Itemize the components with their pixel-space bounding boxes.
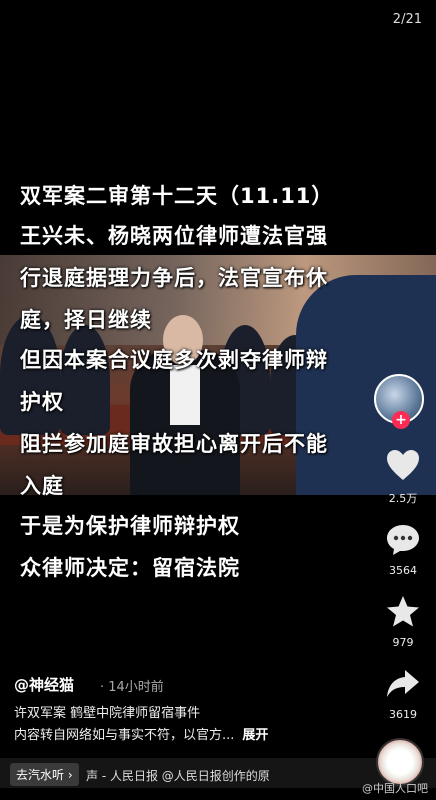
caption-line: 但因本案合议庭多次剥夺律师辩 [20, 348, 328, 372]
watermark: @中国人口吧 [362, 782, 428, 795]
caption-line: 护权 [20, 390, 64, 414]
post-description-line: 内容转自网络如与事实不符，以官方... 展开 [14, 724, 268, 743]
video-screen[interactable]: 2/21 双军案二审第十二天（11.11） 王兴未、杨晓两位律师遭法官强 行退庭… [0, 0, 436, 800]
favorite-count: 979 [392, 636, 414, 649]
follow-button[interactable]: + [392, 411, 410, 429]
comment-button[interactable]: 3564 [378, 522, 428, 577]
comment-icon [387, 525, 419, 555]
caption-line: 众律师决定：留宿法院 [20, 556, 240, 580]
caption-line: 庭，择日继续 [20, 308, 152, 332]
qishui-listen-button[interactable]: 去汽水听 › [10, 763, 79, 786]
favorite-button[interactable]: 979 [378, 594, 428, 649]
person-silhouette [60, 325, 110, 435]
like-count: 2.5万 [388, 492, 418, 505]
caption-line: 入庭 [20, 474, 64, 498]
share-count: 3619 [389, 708, 417, 721]
share-icon [387, 670, 419, 697]
page-counter: 2/21 [392, 12, 422, 27]
comment-count: 3564 [389, 564, 417, 577]
star-icon [387, 596, 419, 627]
music-title[interactable]: 声 - 人民日报 @人民日报创作的原 [86, 767, 270, 784]
expand-button[interactable]: 展开 [242, 728, 268, 743]
like-button[interactable]: 2.5万 [378, 448, 428, 506]
post-time: · 14小时前 [100, 680, 164, 695]
caption-line: 行退庭据理力争后，法官宣布休 [20, 266, 328, 290]
caption-line: 阻拦参加庭审故担心离开后不能 [20, 432, 328, 456]
share-button[interactable]: 3619 [378, 666, 428, 721]
post-description-text: 内容转自网络如与事实不符，以官方... [14, 728, 235, 743]
caption-line: 双军案二审第十二天（11.11） [20, 184, 334, 208]
woman-shirt [170, 365, 200, 425]
post-description: 许双军案 鹤壁中院律师留宿事件 [14, 706, 201, 721]
music-disc-icon[interactable] [376, 738, 424, 786]
caption-line: 于是为保护律师辩护权 [20, 514, 240, 538]
caption-line: 王兴未、杨晓两位律师遭法官强 [20, 224, 328, 248]
heart-icon [387, 450, 419, 480]
author-name[interactable]: @神经猫 [14, 674, 74, 695]
